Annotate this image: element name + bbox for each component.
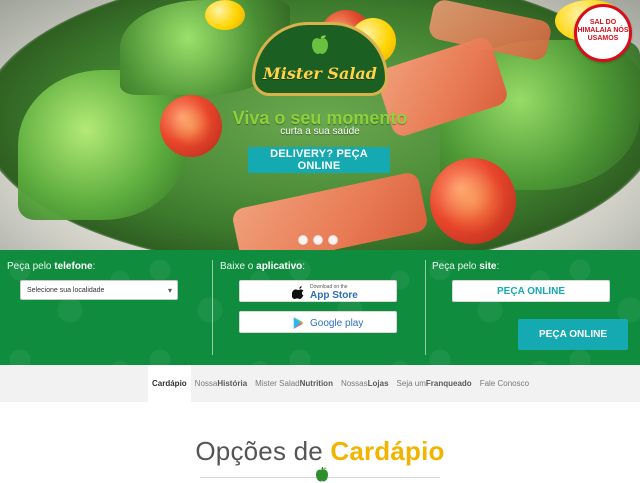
nav-item-label: Nossas [340,379,368,388]
tomato-image [430,158,516,244]
google-play-label: Google play [310,318,364,329]
nav-item-nutrition[interactable]: Mister Salad Nutrition [251,365,337,402]
nav-item-emph: Franqueado [425,379,472,388]
nav-item-emph: Nutrition [299,379,333,388]
order-online-button[interactable]: PEÇA ONLINE [452,280,610,302]
column-divider [425,260,426,355]
nav-item-nossa-historia[interactable]: Nossa História [191,365,251,402]
location-select[interactable]: Selecione sua localidade ▾ [20,280,178,300]
site-title-emph: site [479,261,497,272]
nav-item-fale-conosco[interactable]: Fale Conosco [476,365,533,402]
carousel-dot[interactable] [328,235,338,245]
nav-item-emph: Lojas [367,379,389,388]
app-title-emph: aplicativo [256,261,303,272]
nav-item-emph: História [217,379,248,388]
site-title-suffix: : [496,261,500,272]
apple-icon [312,34,328,54]
apple-store-icon [292,286,304,299]
location-select-placeholder: Selecione sua localidade [27,287,105,294]
himalaya-salt-badge: SAL DO HIMALAIA NÓS USAMOS [574,4,632,62]
site-order-title: Peça pelo site: [432,261,499,272]
menu-options-section: Opções de Cardápio [0,402,640,482]
phone-title-suffix: : [92,261,96,272]
google-play-button[interactable]: Google play [239,311,397,333]
nav-item-cardapio[interactable]: Cardápio [148,365,191,402]
phone-order-title: Peça pelo telefone: [7,261,95,272]
order-online-button-secondary[interactable]: PEÇA ONLINE [518,319,628,350]
carousel-dots [298,235,342,245]
hero-banner: SAL DO HIMALAIA NÓS USAMOS Mister Salad … [0,0,640,250]
google-play-icon [293,317,304,329]
app-title-suffix: : [302,261,306,272]
apple-icon [316,466,328,482]
dropdown-arrow-icon: ▾ [167,286,172,295]
badge-text: SAL DO HIMALAIA NÓS USAMOS [577,19,629,42]
section-title: Opções de Cardápio [0,436,640,467]
app-title-prefix: Baixe o [220,261,254,272]
nav-item-nossas-lojas[interactable]: Nossas Lojas [337,365,393,402]
hero-subline: curta a sua saúde [280,126,360,137]
brand-logo: Mister Salad [252,22,388,96]
section-title-accent: Cardápio [330,436,445,466]
nav-item-label: Cardápio [152,379,187,388]
app-store-label: App Store [310,290,358,301]
phone-title-prefix: Peça pelo [7,261,52,272]
carousel-dot[interactable] [313,235,323,245]
yellow-tomato-image [205,0,245,30]
app-store-button[interactable]: Download on the App Store [239,280,397,302]
delivery-order-online-button[interactable]: DELIVERY? PEÇA ONLINE [248,147,390,173]
carousel-dot[interactable] [298,235,308,245]
app-download-title: Baixe o aplicativo: [220,261,305,272]
column-divider [212,260,213,355]
nav-item-label: Fale Conosco [479,379,530,388]
order-options-band: Peça pelo telefone: Selecione sua locali… [0,250,640,365]
brand-name: Mister Salad [263,64,377,83]
main-nav: Cardápio Nossa História Mister Salad Nut… [0,365,640,402]
site-title-prefix: Peça pelo [432,261,477,272]
nav-item-label: Nossa [194,379,218,388]
phone-title-emph: telefone [54,261,93,272]
nav-item-franqueado[interactable]: Seja um Franqueado [393,365,476,402]
nav-item-label: Seja um [396,379,426,388]
section-title-prefix: Opções de [195,436,331,466]
nav-item-label: Mister Salad [255,379,300,388]
nav-items: Cardápio Nossa História Mister Salad Nut… [148,365,533,402]
